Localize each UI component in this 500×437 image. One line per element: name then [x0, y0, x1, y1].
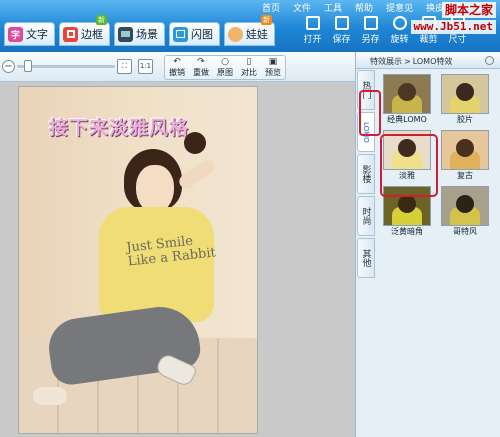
tool-label: 旋转 — [390, 35, 409, 45]
new-badge: 新 — [96, 15, 107, 25]
tab-label: 边框 — [81, 28, 103, 41]
canvas-toolbar: − ⛶ 1:1 ↶ 撤销 ↷ 重做 ○ 原图 ▯ 对比 ▣ 预览 — [0, 52, 355, 82]
preview-hair — [398, 83, 416, 101]
top-bar: 首页 文件 工具 帮助 提意见 换皮肤 字 文字 新 边框 场景 闪图 新 娃娃 — [0, 0, 500, 52]
effect-label: 复古 — [457, 171, 473, 180]
new-badge: 新 — [261, 15, 272, 25]
undo-label: 撤销 — [169, 68, 185, 77]
save-button[interactable]: 保存 — [331, 16, 352, 45]
fit-window-button[interactable]: ⛶ — [117, 59, 132, 74]
save-icon — [334, 16, 349, 30]
effects-panel: 特效展示 > LOMO特效 热门 LOMO 影楼 时尚 其他 经典LOMO 胶片 淡雅复… — [355, 52, 500, 437]
actual-size-button[interactable]: 1:1 — [138, 59, 153, 74]
lomo-tab-highlight — [359, 90, 381, 136]
preview-hair — [456, 139, 474, 157]
canvas-area[interactable]: Just Smile Like a Rabbit 接下来淡雅风格 — [0, 82, 355, 437]
tool-label: 另存 — [361, 35, 380, 45]
redo-label: 重做 — [193, 68, 209, 77]
feature-tabs: 字 文字 新 边框 场景 闪图 新 娃娃 — [4, 15, 275, 46]
effect-label: 泛黄暗角 — [391, 227, 423, 236]
effect-preview-image — [441, 186, 489, 226]
compare-button[interactable]: ▯ 对比 — [237, 56, 261, 79]
tab-label: 文字 — [26, 28, 48, 41]
effect-thumb[interactable]: 复古 — [440, 130, 490, 182]
photo-shoe — [33, 387, 67, 405]
edit-tools: ↶ 撤销 ↷ 重做 ○ 原图 ▯ 对比 ▣ 预览 — [164, 55, 286, 80]
watermark-url: www.Jb51.net — [410, 20, 496, 34]
tool-label: 保存 — [332, 35, 351, 45]
menu-feedback[interactable]: 提意见 — [386, 1, 413, 14]
breadcrumb-root[interactable]: 特效展示 — [370, 57, 402, 66]
tab-scene[interactable]: 场景 — [114, 22, 165, 46]
redo-button[interactable]: ↷ 重做 — [189, 56, 213, 79]
vtab-studio[interactable]: 影楼 — [357, 154, 375, 194]
breadcrumb-separator: > — [404, 57, 411, 66]
preview-hair — [456, 195, 474, 213]
rotate-icon — [392, 16, 407, 30]
panel-close-icon[interactable] — [485, 56, 494, 65]
tab-doll[interactable]: 新 娃娃 — [224, 15, 275, 46]
preview-hair — [398, 195, 416, 213]
zoom-out-button[interactable]: − — [2, 60, 15, 73]
photo-face — [136, 165, 174, 213]
effect-thumb[interactable]: 经典LOMO — [382, 74, 432, 126]
save-as-button[interactable]: 另存 — [360, 16, 381, 45]
tab-border[interactable]: 新 边框 — [59, 15, 110, 46]
doll-icon — [228, 26, 243, 42]
tab-label: 场景 — [136, 28, 158, 41]
effect-preview-image — [441, 74, 489, 114]
tab-label: 娃娃 — [246, 28, 268, 41]
compare-icon: ▯ — [246, 57, 252, 67]
tab-label: 闪图 — [191, 28, 213, 41]
original-button[interactable]: ○ 原图 — [213, 56, 237, 79]
menu-file[interactable]: 文件 — [293, 1, 311, 14]
effect-preview-image — [383, 74, 431, 114]
compare-label: 对比 — [241, 68, 257, 77]
zoom-slider-thumb[interactable] — [24, 60, 32, 72]
folder-icon — [305, 16, 320, 30]
undo-icon: ↶ — [173, 57, 181, 67]
overlay-caption: 接下来淡雅风格 — [49, 117, 190, 139]
open-button[interactable]: 打开 — [302, 16, 323, 45]
tool-label: 打开 — [303, 35, 322, 45]
breadcrumb-current: LOMO特效 — [412, 57, 453, 66]
top-menu: 首页 文件 工具 帮助 提意见 换皮肤 — [262, 1, 453, 14]
effect-thumb[interactable]: 胶片 — [440, 74, 490, 126]
preview-label: 预览 — [265, 68, 281, 77]
panel-breadcrumb: 特效展示 > LOMO特效 — [356, 52, 500, 69]
preview-button[interactable]: ▣ 预览 — [261, 56, 285, 79]
effect-thumb[interactable]: 哥特风 — [440, 186, 490, 238]
preview-hair — [456, 83, 474, 101]
edited-photo[interactable]: Just Smile Like a Rabbit 接下来淡雅风格 — [18, 86, 258, 434]
tab-flash[interactable]: 闪图 — [169, 22, 220, 46]
rotate-button[interactable]: 旋转 — [389, 16, 410, 45]
frame-icon — [63, 26, 78, 42]
flash-icon — [173, 26, 188, 42]
vtab-fashion[interactable]: 时尚 — [357, 196, 375, 236]
tab-text[interactable]: 字 文字 — [4, 22, 55, 46]
effect-preview-image — [441, 130, 489, 170]
menu-tools[interactable]: 工具 — [324, 1, 342, 14]
fit-icon: ⛶ — [122, 62, 127, 70]
original-icon: ○ — [221, 57, 229, 67]
preview-icon: ▣ — [268, 57, 278, 67]
original-label: 原图 — [217, 68, 233, 77]
effect-label: 经典LOMO — [387, 115, 427, 124]
text-icon: 字 — [8, 26, 23, 42]
effect-label: 哥特风 — [453, 227, 477, 236]
photo-arm — [176, 156, 218, 192]
selected-effect-highlight — [380, 134, 438, 197]
vtab-other[interactable]: 其他 — [357, 238, 375, 278]
watermark-title: 脚本之家 — [441, 2, 496, 18]
save-as-icon — [363, 16, 378, 30]
scene-icon — [118, 26, 133, 42]
redo-icon: ↷ — [197, 57, 205, 67]
menu-help[interactable]: 帮助 — [355, 1, 373, 14]
menu-home[interactable]: 首页 — [262, 1, 280, 14]
undo-button[interactable]: ↶ 撤销 — [165, 56, 189, 79]
effect-label: 胶片 — [457, 115, 473, 124]
